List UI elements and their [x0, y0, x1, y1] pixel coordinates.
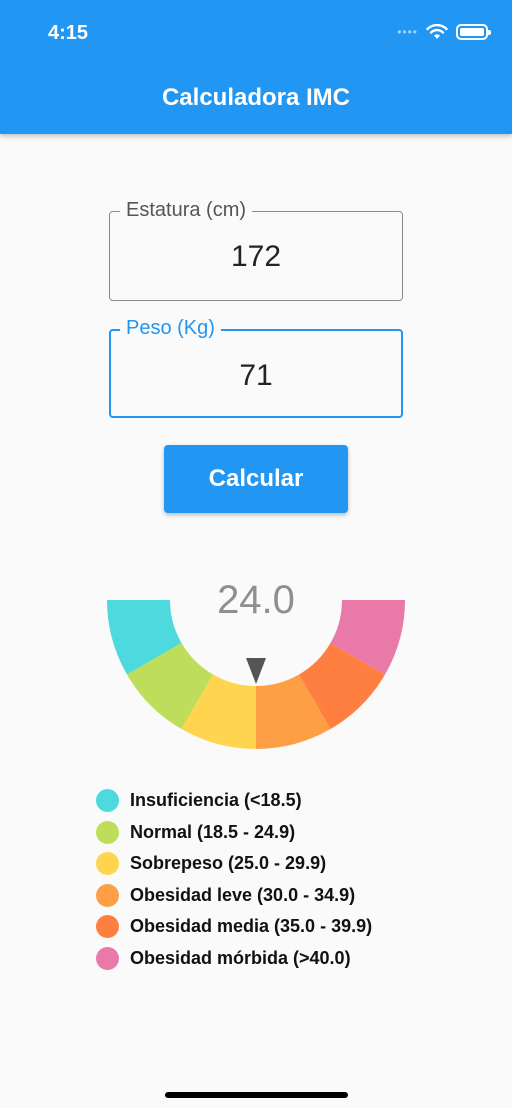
legend-item: Obesidad media (35.0 - 39.9) [96, 911, 372, 943]
app-bar: 4:15 •••• Calculadora IMC [0, 0, 512, 134]
legend-item: Normal (18.5 - 24.9) [96, 817, 372, 849]
height-field[interactable]: Estatura (cm) 172 [109, 198, 403, 301]
height-input[interactable]: 172 [110, 240, 402, 274]
legend-label: Obesidad leve (30.0 - 34.9) [130, 884, 356, 905]
height-label: Estatura (cm) [120, 198, 253, 222]
legend-color-dot [96, 915, 119, 939]
legend-label: Normal (18.5 - 24.9) [130, 821, 296, 842]
status-time: 4:15 [48, 22, 89, 44]
legend-item: Sobrepeso (25.0 - 29.9) [96, 848, 372, 880]
legend-label: Sobrepeso (25.0 - 29.9) [130, 853, 327, 874]
legend-item: Obesidad mórbida (>40.0) [96, 943, 372, 975]
cellular-signal-icon: •••• [397, 25, 418, 39]
legend-item: Obesidad leve (30.0 - 34.9) [96, 880, 372, 912]
legend-label: Obesidad mórbida (>40.0) [130, 947, 351, 968]
weight-field[interactable]: Peso (Kg) 71 [109, 316, 403, 418]
status-icons: •••• [397, 24, 491, 40]
bmi-value: 24.0 [217, 578, 295, 622]
legend-color-dot [96, 883, 119, 907]
legend-color-dot [96, 946, 119, 970]
weight-label: Peso (Kg) [120, 316, 221, 340]
legend-label: Obesidad media (35.0 - 39.9) [130, 916, 373, 937]
page-title: Calculadora IMC [161, 84, 351, 111]
legend-label: Insuficiencia (<18.5) [130, 790, 302, 811]
home-indicator [165, 1092, 348, 1098]
battery-icon [456, 24, 491, 40]
legend-color-dot [96, 852, 119, 876]
legend: Insuficiencia (<18.5) Normal (18.5 - 24.9… [96, 785, 372, 974]
legend-color-dot [96, 789, 119, 813]
legend-color-dot [96, 820, 119, 844]
wifi-icon [426, 24, 448, 39]
calculate-button[interactable]: Calcular [164, 445, 348, 513]
gauge-pointer-icon [246, 658, 266, 684]
weight-input[interactable]: 71 [111, 359, 401, 393]
legend-item: Insuficiencia (<18.5) [96, 785, 372, 817]
